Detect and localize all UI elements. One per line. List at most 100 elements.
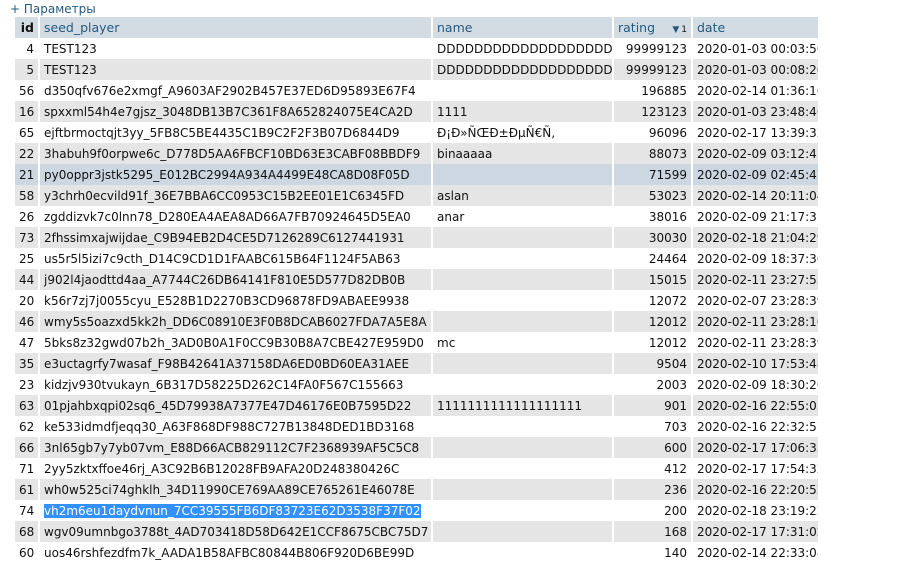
table-row[interactable]: 21 py0oppr3jstk5295_E012BC2994A934A4499E4… (15, 164, 820, 185)
cell-rating: 196885 (614, 80, 693, 101)
table-row[interactable]: 74 vh2m6eu1daydvnun_7CC39555FB6DF83723E62… (15, 500, 820, 521)
cell-name: 1111111111111111111 (433, 395, 614, 416)
cell-date: 2020-02-11 23:28:10 (693, 311, 820, 332)
cell-name (433, 374, 614, 395)
cell-date: 2020-02-17 17:06:35 (693, 437, 820, 458)
cell-name (433, 437, 614, 458)
cell-seed-player: py0oppr3jstk5295_E012BC2994A934A4499E48C… (40, 164, 433, 185)
cell-date: 2020-02-09 21:17:31 (693, 206, 820, 227)
cell-seed-player: ke533idmdfjeqq30_A63F868DF988C727B13848D… (40, 416, 433, 437)
table-row[interactable]: 61 wh0w525ci74ghklh_34D11990CE769AA89CE76… (15, 479, 820, 500)
cell-id: 20 (15, 290, 40, 311)
cell-name (433, 542, 614, 563)
table-row[interactable]: 16 spxxml54h4e7gjsz_3048DB13B7C361F8A6528… (15, 101, 820, 122)
table-row[interactable]: 44 j902l4jaodttd4aa_A7744C26DB64141F810E5… (15, 269, 820, 290)
cell-seed-player: us5r5l5izi7c9cth_D14C9CD1D1FAABC615B64F1… (40, 248, 433, 269)
table-row[interactable]: 26 zgddizvk7c0lnn78_D280EA4AEA8AD66A7FB70… (15, 206, 820, 227)
table-row[interactable]: 5 TEST123 DDDDDDDDDDDDDDDDDDD 99999123 2020-… (15, 59, 820, 80)
cell-seed-player: wgv09umnbgo3788t_4AD703418D58D642E1CCF86… (40, 521, 433, 542)
cell-id: 63 (15, 395, 40, 416)
column-header-seed-player[interactable]: seed_player (40, 17, 433, 38)
table-row[interactable]: 73 2fhssimxajwijdae_C9B94EB2D4CE5D7126289… (15, 227, 820, 248)
cell-seed-player: 3nl65gb7y7yb07vm_E88D66ACB829112C7F23689… (40, 437, 433, 458)
table-row[interactable]: 46 wmy5s5oazxd5kk2h_DD6C08910E3F0B8DCAB60… (15, 311, 820, 332)
selected-text[interactable]: vh2m6eu1daydvnun_7CC39555FB6DF83723E62D3… (44, 503, 421, 518)
cell-rating: 15015 (614, 269, 693, 290)
table-row[interactable]: 22 3habuh9f0orpwe6c_D778D5AA6FBCF10BD63E3… (15, 143, 820, 164)
cell-name: mc (433, 332, 614, 353)
table-row[interactable]: 60 uos46rshfezdfm7k_AADA1B58AFBC80844B806… (15, 542, 820, 563)
cell-seed-player: TEST123 (40, 38, 433, 59)
cell-seed-player: j902l4jaodttd4aa_A7744C26DB64141F810E5D5… (40, 269, 433, 290)
cell-name (433, 500, 614, 521)
column-header-name[interactable]: name (433, 17, 614, 38)
table-row[interactable]: 62 ke533idmdfjeqq30_A63F868DF988C727B1384… (15, 416, 820, 437)
cell-seed-player: d350qfv676e2xmgf_A9603AF2902B457E37ED6D9… (40, 80, 433, 101)
cell-seed-player: 2fhssimxajwijdae_C9B94EB2D4CE5D7126289C6… (40, 227, 433, 248)
cell-rating: 123123 (614, 101, 693, 122)
table-row[interactable]: 47 5bks8z32gwd07b2h_3AD0B0A1F0CC9B30B8A7C… (15, 332, 820, 353)
cell-date: 2020-02-18 23:19:22 (693, 500, 820, 521)
cell-rating: 99999123 (614, 38, 693, 59)
column-header-rating[interactable]: rating ▼ 1 (614, 17, 693, 38)
cell-date: 2020-01-03 00:03:50 (693, 38, 820, 59)
cell-name: binaaaaa (433, 143, 614, 164)
cell-id: 23 (15, 374, 40, 395)
table-row[interactable]: 65 ejftbrmoctqjt3yy_5FB8C5BE4435C1B9C2F2F… (15, 122, 820, 143)
sort-order-index: 1 (681, 25, 687, 35)
cell-rating: 200 (614, 500, 693, 521)
table-row[interactable]: 35 e3uctagrfy7wasaf_F98B42641A37158DA6ED0… (15, 353, 820, 374)
cell-id: 21 (15, 164, 40, 185)
table-row[interactable]: 56 d350qfv676e2xmgf_A9603AF2902B457E37ED6… (15, 80, 820, 101)
table-row[interactable]: 63 01pjahbxqpi02sq6_45D79938A7377E47D4617… (15, 395, 820, 416)
cell-name (433, 290, 614, 311)
cell-rating: 412 (614, 458, 693, 479)
column-header-id[interactable]: id (15, 17, 40, 38)
cell-rating: 9504 (614, 353, 693, 374)
cell-date: 2020-02-17 17:54:32 (693, 458, 820, 479)
table-row[interactable]: 66 3nl65gb7y7yb07vm_E88D66ACB829112C7F236… (15, 437, 820, 458)
cell-date: 2020-02-10 17:53:48 (693, 353, 820, 374)
table-row[interactable]: 68 wgv09umnbgo3788t_4AD703418D58D642E1CCF… (15, 521, 820, 542)
cell-seed-player: 5bks8z32gwd07b2h_3AD0B0A1F0CC9B30B8A7CBE… (40, 332, 433, 353)
table-row[interactable]: 23 kidzjv930tvukayn_6B317D58225D262C14FA0… (15, 374, 820, 395)
cell-rating: 99999123 (614, 59, 693, 80)
cell-seed-player: 2yy5zktxffoe46rj_A3C92B6B12028FB9AFA20D2… (40, 458, 433, 479)
cell-id: 60 (15, 542, 40, 563)
table-row[interactable]: 4 TEST123 DDDDDDDDDDDDDDDDDDD 99999123 2020-… (15, 38, 820, 59)
cell-seed-player: kidzjv930tvukayn_6B317D58225D262C14FA0F5… (40, 374, 433, 395)
cell-id: 16 (15, 101, 40, 122)
cell-rating: 12012 (614, 332, 693, 353)
table-row[interactable]: 71 2yy5zktxffoe46rj_A3C92B6B12028FB9AFA20… (15, 458, 820, 479)
table-row[interactable]: 58 y3chrh0ecvild91f_36E7BBA6CC0953C15B2EE… (15, 185, 820, 206)
sort-descending-icon[interactable]: ▼ (672, 25, 679, 35)
cell-rating: 901 (614, 395, 693, 416)
table-row[interactable]: 25 us5r5l5izi7c9cth_D14C9CD1D1FAABC615B64… (15, 248, 820, 269)
cell-name: 1111 (433, 101, 614, 122)
cell-date: 2020-02-14 01:36:10 (693, 80, 820, 101)
cell-date: 2020-02-07 23:28:39 (693, 290, 820, 311)
rating-header-label[interactable]: rating (618, 20, 655, 35)
cell-id: 46 (15, 311, 40, 332)
cell-name: anar (433, 206, 614, 227)
cell-id: 4 (15, 38, 40, 59)
cell-date: 2020-02-09 18:37:30 (693, 248, 820, 269)
parameters-link[interactable]: + Параметры (10, 1, 96, 17)
cell-date: 2020-02-11 23:28:39 (693, 332, 820, 353)
cell-id: 26 (15, 206, 40, 227)
cell-date: 2020-01-03 23:48:46 (693, 101, 820, 122)
table-row[interactable]: 20 k56r7zj7j0055cyu_E528B1D2270B3CD96878F… (15, 290, 820, 311)
cell-name (433, 458, 614, 479)
cell-id: 68 (15, 521, 40, 542)
cell-seed-player: 01pjahbxqpi02sq6_45D79938A7377E47D46176E… (40, 395, 433, 416)
cell-rating: 600 (614, 437, 693, 458)
cell-name (433, 479, 614, 500)
column-header-date[interactable]: date (693, 17, 820, 38)
cell-rating: 96096 (614, 122, 693, 143)
cell-rating: 236 (614, 479, 693, 500)
cell-seed-player: vh2m6eu1daydvnun_7CC39555FB6DF83723E62D3… (40, 500, 433, 521)
cell-id: 74 (15, 500, 40, 521)
cell-rating: 12012 (614, 311, 693, 332)
cell-date: 2020-02-09 02:45:47 (693, 164, 820, 185)
cell-rating: 88073 (614, 143, 693, 164)
